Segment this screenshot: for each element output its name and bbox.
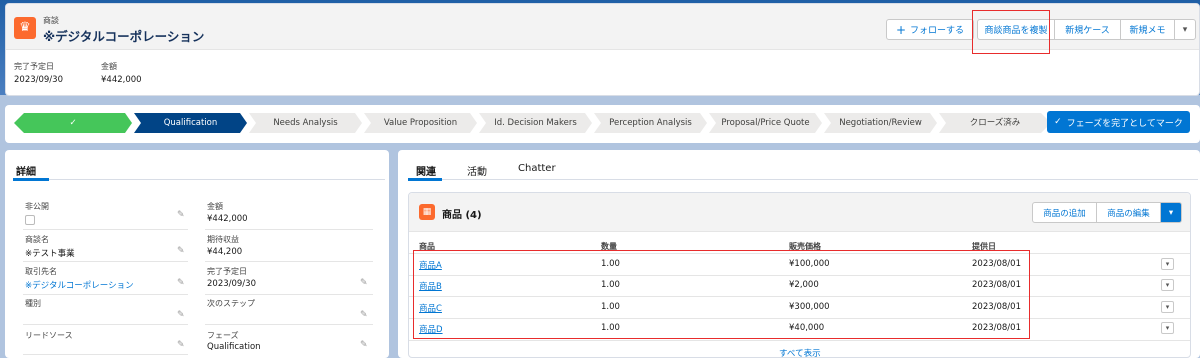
- opp-name-label: 商談名: [25, 235, 49, 244]
- edit-pencil-icon[interactable]: ✎: [177, 246, 185, 256]
- related-panel: 関連 活動 Chatter ▦ 商品 (4) 商品の追加 商品の編集 ▾ 商品 …: [398, 150, 1200, 358]
- tab-chatter[interactable]: Chatter: [518, 163, 556, 174]
- row-actions-button[interactable]: ▾: [1161, 322, 1174, 334]
- amount-value: ¥442,000: [207, 214, 248, 224]
- plus-icon: +: [895, 22, 907, 37]
- close-date-label: 完了予定日: [14, 62, 54, 71]
- stage-value-proposition[interactable]: Value Proposition: [364, 113, 477, 133]
- tab-divider: [408, 179, 1198, 180]
- account-label: 取引先名: [25, 267, 57, 276]
- mark-stage-complete-button[interactable]: ✓ フェーズを完了としてマーク: [1047, 111, 1190, 133]
- chevron-down-icon: ▾: [1182, 24, 1188, 35]
- field-divider: [205, 261, 373, 262]
- highlight-box: [972, 10, 1050, 54]
- account-link[interactable]: ※デジタルコーポレーション: [25, 279, 134, 291]
- stage-path: ✓ Qualification Needs Analysis Value Pro…: [14, 113, 1053, 133]
- field-divider: [205, 294, 373, 295]
- tab-divider: [13, 179, 385, 180]
- related-list-menu-button[interactable]: ▾: [1160, 202, 1182, 223]
- record-header: ♛ 商談 ※デジタルコーポレーション + フォローする 商談商品を複製 新規ケー…: [5, 3, 1200, 96]
- field-divider: [23, 354, 188, 355]
- stage-proposal-price-quote[interactable]: Proposal/Price Quote: [709, 113, 822, 133]
- check-icon: ✓: [1054, 117, 1062, 127]
- check-icon: ✓: [69, 118, 77, 128]
- field-divider: [23, 324, 188, 325]
- tab-active-indicator: [13, 178, 49, 181]
- stage-qualification[interactable]: Qualification: [134, 113, 247, 133]
- highlight-box: [413, 250, 1030, 339]
- close-date-label: 完了予定日: [207, 267, 247, 276]
- edit-pencil-icon[interactable]: ✎: [177, 210, 185, 220]
- field-divider: [23, 261, 188, 262]
- stage-value: Qualification: [207, 342, 261, 352]
- follow-button[interactable]: + フォローする: [886, 19, 974, 40]
- details-card: 詳細 非公開 ✎ 商談名 ※テスト事業 ✎ 取引先名 ※デジタルコーポレーション…: [5, 150, 389, 358]
- opp-name-value: ※テスト事業: [25, 249, 75, 259]
- tab-details[interactable]: 詳細: [16, 163, 36, 178]
- field-divider: [205, 324, 373, 325]
- stage-negotiation-review[interactable]: Negotiation/Review: [824, 113, 937, 133]
- lead-source-label: リードソース: [25, 331, 73, 340]
- field-divider: [23, 229, 188, 230]
- edit-products-button[interactable]: 商品の編集: [1096, 202, 1161, 223]
- edit-pencil-icon[interactable]: ✎: [177, 278, 185, 288]
- stage-closed[interactable]: クローズ済み: [939, 113, 1051, 133]
- add-product-button[interactable]: 商品の追加: [1032, 202, 1097, 223]
- row-divider: [409, 340, 1190, 341]
- tab-active-indicator: [408, 178, 442, 181]
- related-list-header: ▦ 商品 (4) 商品の追加 商品の編集 ▾: [409, 193, 1190, 232]
- view-all-link[interactable]: すべて表示: [779, 347, 821, 358]
- field-divider: [205, 229, 373, 230]
- edit-pencil-icon[interactable]: ✎: [177, 340, 185, 350]
- new-case-button[interactable]: 新規ケース: [1054, 19, 1121, 40]
- private-label: 非公開: [25, 202, 49, 211]
- tab-related[interactable]: 関連: [416, 163, 436, 178]
- private-checkbox: [25, 215, 35, 225]
- edit-pencil-icon[interactable]: ✎: [360, 310, 368, 320]
- row-actions-button[interactable]: ▾: [1161, 279, 1174, 291]
- stage-perception-analysis[interactable]: Perception Analysis: [594, 113, 707, 133]
- stage-completed[interactable]: ✓: [14, 113, 132, 133]
- amount-label: 金額: [207, 202, 223, 211]
- stage-label: フェーズ: [207, 331, 239, 340]
- new-memo-button[interactable]: 新規メモ: [1120, 19, 1175, 40]
- stage-id-decision-makers[interactable]: Id. Decision Makers: [479, 113, 592, 133]
- amount-label: 金額: [101, 62, 117, 71]
- follow-label: フォローする: [910, 26, 965, 36]
- mark-stage-complete-label: フェーズを完了としてマーク: [1066, 118, 1183, 129]
- close-date-value: 2023/09/30: [14, 75, 63, 85]
- field-divider: [23, 294, 188, 295]
- products-related-list: ▦ 商品 (4) 商品の追加 商品の編集 ▾ 商品 数量 販売価格 提供日 商品…: [408, 192, 1191, 358]
- chevron-down-icon: ▾: [1168, 207, 1174, 218]
- object-label: 商談: [43, 16, 59, 25]
- expected-revenue-value: ¥44,200: [207, 247, 243, 257]
- type-label: 種別: [25, 299, 41, 308]
- record-title: ※デジタルコーポレーション: [43, 29, 205, 44]
- expected-revenue-label: 期待収益: [207, 235, 239, 244]
- more-actions-button[interactable]: ▾: [1174, 19, 1196, 40]
- next-step-label: 次のステップ: [207, 299, 255, 308]
- opportunity-crown-icon: ♛: [14, 17, 36, 39]
- amount-value: ¥442,000: [101, 75, 142, 85]
- row-actions-button[interactable]: ▾: [1161, 301, 1174, 313]
- product-icon: ▦: [419, 204, 435, 220]
- related-list-title[interactable]: 商品 (4): [442, 206, 482, 221]
- edit-pencil-icon[interactable]: ✎: [360, 340, 368, 350]
- row-actions-button[interactable]: ▾: [1161, 258, 1174, 270]
- stage-needs-analysis[interactable]: Needs Analysis: [249, 113, 362, 133]
- edit-pencil-icon[interactable]: ✎: [360, 278, 368, 288]
- edit-pencil-icon[interactable]: ✎: [177, 310, 185, 320]
- path-bar: ✓ Qualification Needs Analysis Value Pro…: [5, 105, 1200, 143]
- close-date-value: 2023/09/30: [207, 279, 256, 289]
- tab-activity[interactable]: 活動: [467, 163, 487, 178]
